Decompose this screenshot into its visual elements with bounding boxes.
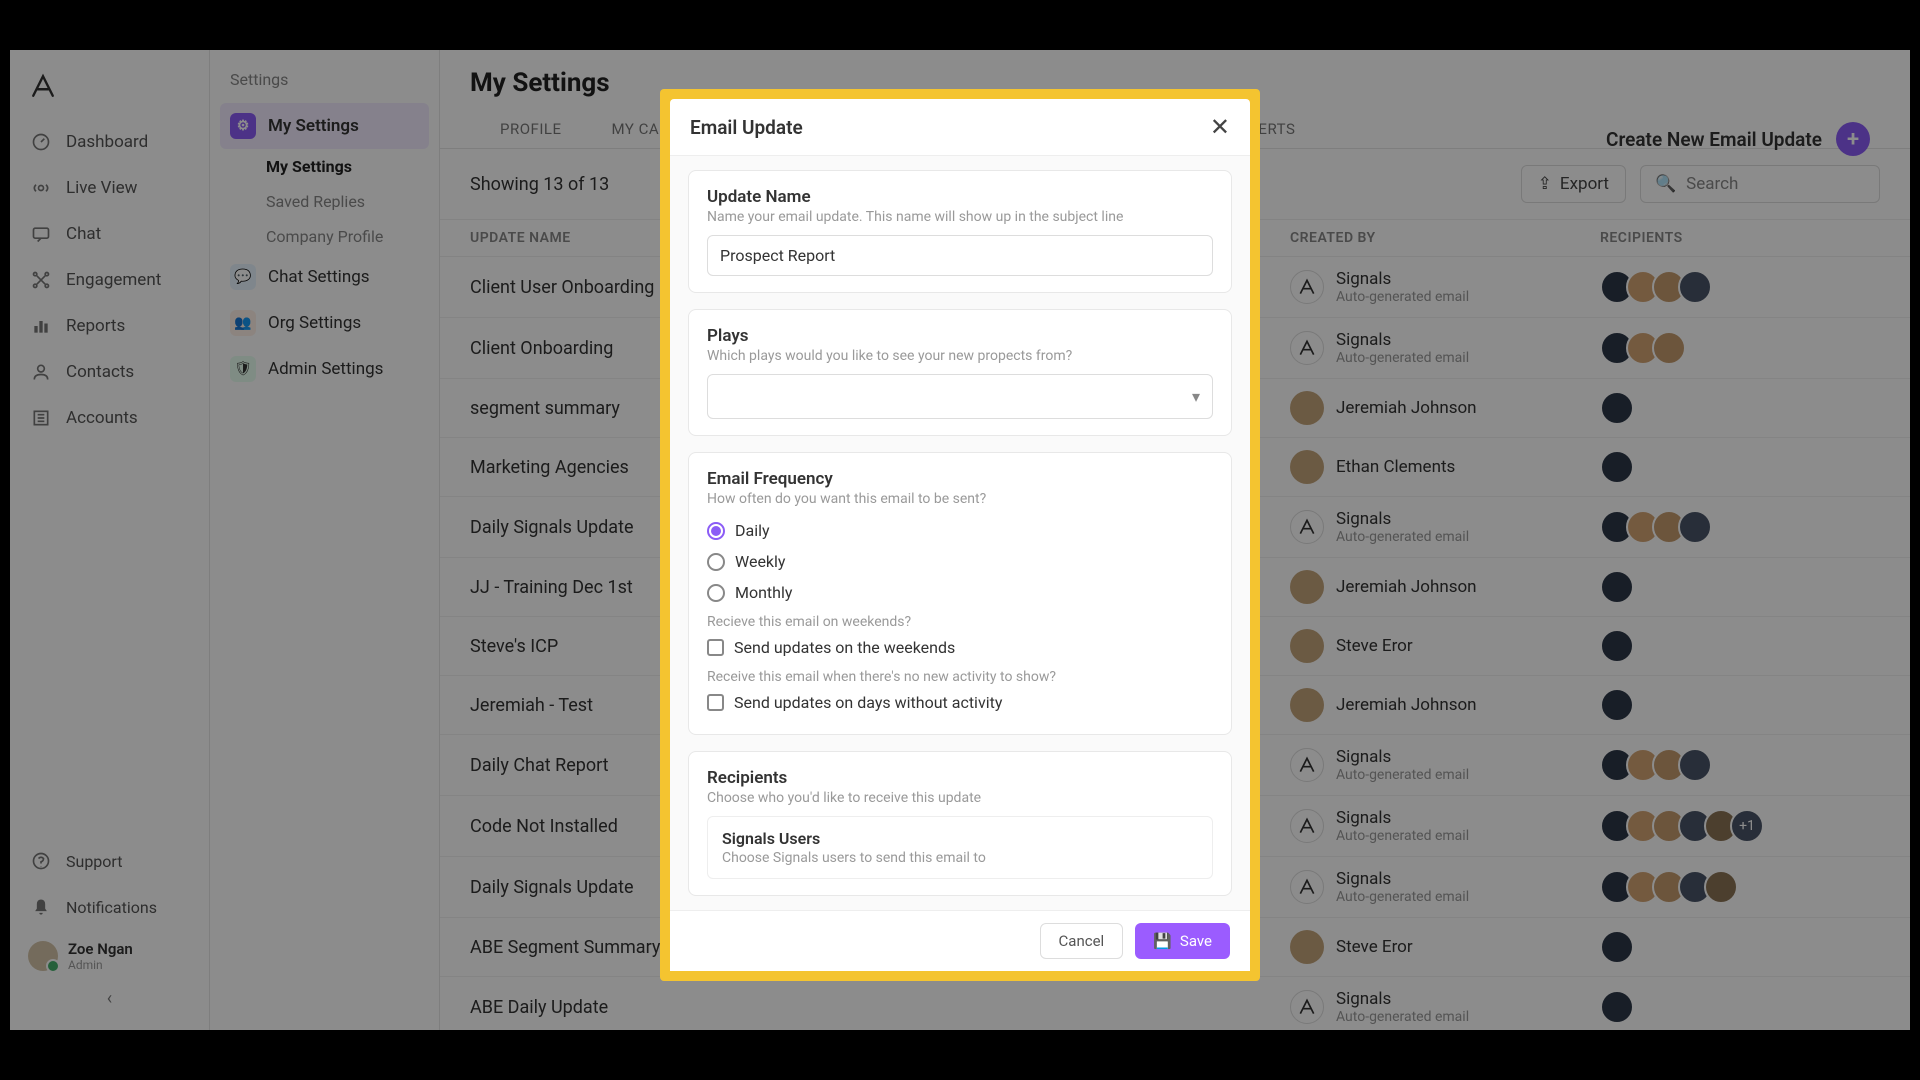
close-button[interactable]: ✕ <box>1210 113 1230 141</box>
recipients-hint: Choose who you'd like to receive this up… <box>707 790 1213 806</box>
plays-hint: Which plays would you like to see your n… <box>707 348 1213 364</box>
frequency-card: Email Frequency How often do you want th… <box>688 452 1232 735</box>
checkbox-icon <box>707 694 724 711</box>
no-activity-hint: Receive this email when there's no new a… <box>707 663 1213 687</box>
save-button[interactable]: 💾 Save <box>1135 923 1230 959</box>
freq-option-label: Daily <box>735 521 770 540</box>
recipients-label: Recipients <box>707 768 1213 788</box>
radio-icon <box>707 522 725 540</box>
update-name-hint: Name your email update. This name will s… <box>707 209 1213 225</box>
checkbox-icon <box>707 639 724 656</box>
plays-label: Plays <box>707 326 1213 346</box>
recipients-card: Recipients Choose who you'd like to rece… <box>688 751 1232 896</box>
plays-card: Plays Which plays would you like to see … <box>688 309 1232 436</box>
radio-icon <box>707 584 725 602</box>
signals-users-box: Signals Users Choose Signals users to se… <box>707 816 1213 879</box>
freq-weekly[interactable]: Weekly <box>707 546 1213 577</box>
update-name-card: Update Name Name your email update. This… <box>688 170 1232 293</box>
no-activity-label: Send updates on days without activity <box>734 693 1002 712</box>
cancel-button[interactable]: Cancel <box>1040 923 1124 959</box>
frequency-hint: How often do you want this email to be s… <box>707 491 1213 507</box>
modal-title: Email Update <box>690 116 803 139</box>
no-activity-checkbox[interactable]: Send updates on days without activity <box>707 687 1213 718</box>
weekend-hint: Recieve this email on weekends? <box>707 608 1213 632</box>
email-update-modal: Email Update ✕ Update Name Name your ema… <box>660 89 1260 981</box>
radio-icon <box>707 553 725 571</box>
plays-select[interactable]: ▾ <box>707 374 1213 419</box>
save-label: Save <box>1180 932 1212 950</box>
weekend-checkbox[interactable]: Send updates on the weekends <box>707 632 1213 663</box>
freq-option-label: Weekly <box>735 552 786 571</box>
update-name-input[interactable] <box>707 235 1213 276</box>
signals-users-hint: Choose Signals users to send this email … <box>722 850 1198 866</box>
save-icon: 💾 <box>1153 932 1172 950</box>
frequency-label: Email Frequency <box>707 469 1213 489</box>
freq-daily[interactable]: Daily <box>707 515 1213 546</box>
chevron-down-icon: ▾ <box>1192 387 1200 406</box>
freq-monthly[interactable]: Monthly <box>707 577 1213 608</box>
weekend-label: Send updates on the weekends <box>734 638 955 657</box>
signals-users-label: Signals Users <box>722 829 1198 848</box>
freq-option-label: Monthly <box>735 583 792 602</box>
update-name-label: Update Name <box>707 187 1213 207</box>
